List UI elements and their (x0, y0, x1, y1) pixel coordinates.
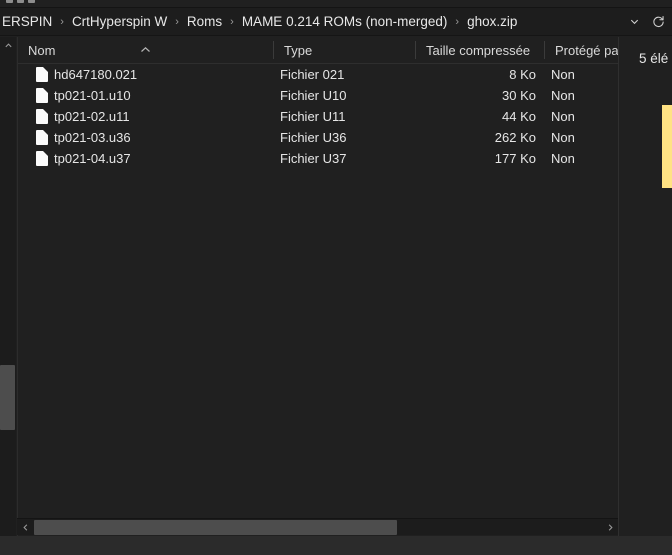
file-rows: hd647180.021 Fichier 021 8 Ko Non tp021-… (18, 64, 618, 536)
file-protected: Non (551, 151, 575, 166)
table-row[interactable]: tp021-01.u10 Fichier U10 30 Ko Non (18, 85, 618, 106)
file-protected: Non (551, 67, 575, 82)
file-name: tp021-02.u11 (54, 109, 130, 124)
toolbar-sliver (0, 0, 672, 8)
file-type: Fichier U37 (280, 151, 347, 166)
file-protected: Non (551, 130, 575, 145)
file-size: 44 Ko (502, 109, 536, 124)
file-name: hd647180.021 (54, 67, 138, 82)
vertical-scrollbar-thumb[interactable] (0, 365, 15, 430)
breadcrumb-item-2[interactable]: Roms (182, 12, 227, 32)
highlight-block (662, 105, 672, 188)
column-header-row: Nom Type Taille compressée Protégé pa... (18, 37, 618, 64)
file-name: tp021-01.u10 (54, 88, 131, 103)
file-icon (36, 109, 48, 124)
file-protected: Non (551, 109, 575, 124)
column-header-protected-label: Protégé pa... (555, 42, 618, 58)
table-row[interactable]: tp021-04.u37 Fichier U37 177 Ko Non (18, 148, 618, 169)
address-bar-actions (622, 9, 672, 35)
breadcrumb-separator-1: › (175, 15, 179, 28)
horizontal-scrollbar-thumb[interactable] (34, 520, 397, 535)
desktop-strip (0, 536, 672, 555)
file-icon (36, 130, 48, 145)
status-rail: 5 élé (618, 37, 672, 536)
file-size: 8 Ko (509, 67, 536, 82)
column-header-compressed-size[interactable]: Taille compressée (416, 37, 544, 63)
horizontal-scrollbar[interactable] (17, 518, 618, 535)
table-row[interactable]: tp021-03.u36 Fichier U36 262 Ko Non (18, 127, 618, 148)
breadcrumb-item-0[interactable]: ERSPIN (0, 12, 57, 32)
file-size: 177 Ko (494, 151, 536, 166)
chevron-up-icon[interactable] (0, 37, 16, 54)
column-header-type[interactable]: Type (274, 37, 415, 63)
breadcrumb: ERSPIN › CrtHyperspin W › Roms › MAME 0.… (0, 12, 622, 32)
breadcrumb-item-4[interactable]: ghox.zip (462, 12, 522, 32)
breadcrumb-separator-0: › (60, 15, 64, 28)
file-name: tp021-04.u37 (54, 151, 131, 166)
file-type: Fichier U36 (280, 130, 347, 145)
toolbar-glyph-2 (17, 0, 24, 3)
file-type: Fichier U11 (280, 109, 346, 124)
file-icon (36, 67, 48, 82)
column-header-name-label: Nom (28, 42, 56, 58)
file-icon (36, 88, 48, 103)
column-header-type-label: Type (284, 42, 313, 58)
table-row[interactable]: tp021-02.u11 Fichier U11 44 Ko Non (18, 106, 618, 127)
file-protected: Non (551, 88, 575, 103)
refresh-icon[interactable] (646, 9, 670, 35)
file-name: tp021-03.u36 (54, 130, 131, 145)
chevron-right-icon[interactable] (602, 519, 618, 535)
explorer-window: ERSPIN › CrtHyperspin W › Roms › MAME 0.… (0, 0, 672, 555)
breadcrumb-separator-2: › (230, 15, 234, 28)
chevron-down-icon[interactable] (622, 9, 646, 35)
breadcrumb-separator-3: › (455, 15, 460, 28)
vertical-scrollbar[interactable] (0, 37, 16, 555)
file-list-pane: Nom Type Taille compressée Protégé pa... (17, 37, 618, 536)
file-type: Fichier 021 (280, 67, 345, 82)
file-type: Fichier U10 (280, 88, 347, 103)
column-header-protected[interactable]: Protégé pa... (545, 37, 618, 63)
item-count-label: 5 élé (639, 51, 669, 66)
address-bar[interactable]: ERSPIN › CrtHyperspin W › Roms › MAME 0.… (0, 8, 672, 36)
table-row[interactable]: hd647180.021 Fichier 021 8 Ko Non (18, 64, 618, 85)
file-icon (36, 151, 48, 166)
breadcrumb-item-1[interactable]: CrtHyperspin W (67, 12, 172, 32)
toolbar-glyph-1 (6, 0, 13, 3)
chevron-left-icon[interactable] (17, 519, 33, 535)
file-size: 262 Ko (494, 130, 536, 145)
breadcrumb-item-3[interactable]: MAME 0.214 ROMs (non-merged) (237, 12, 453, 32)
sort-ascending-icon (140, 41, 151, 59)
toolbar-glyph-3 (28, 0, 35, 3)
file-size: 30 Ko (502, 88, 536, 103)
column-header-compressed-size-label: Taille compressée (426, 42, 531, 58)
